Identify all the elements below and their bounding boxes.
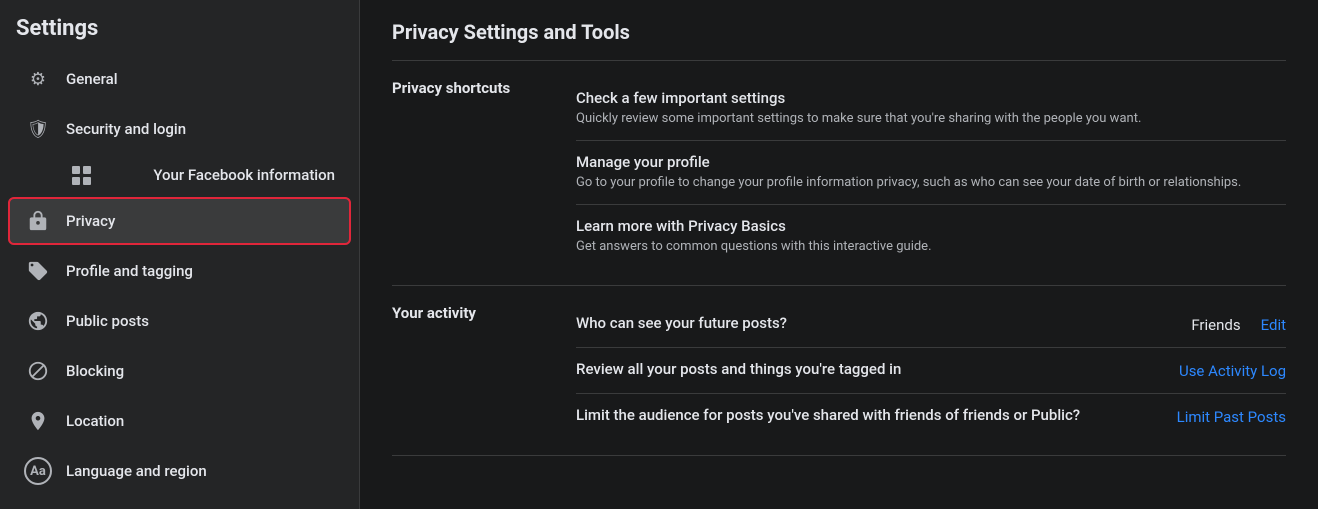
tag-icon [24,257,52,285]
sidebar-item-stories[interactable]: Stories [8,497,351,509]
location-icon [24,407,52,435]
sidebar-item-label: Your Facebook information [153,166,335,184]
page-title: Privacy Settings and Tools [392,20,1286,44]
setting-text: Learn more with Privacy Basics Get answe… [576,217,1286,256]
setting-title: Learn more with Privacy Basics [576,217,1286,235]
sidebar-item-privacy[interactable]: Privacy [8,197,351,245]
your-activity-content: Who can see your future posts? Friends E… [576,302,1286,439]
setting-value-friends: Friends [1191,316,1240,334]
privacy-shortcuts-section: Privacy shortcuts Check a few important … [392,61,1286,286]
lock-icon [24,207,52,235]
setting-action: Use Activity Log [1179,360,1286,380]
sidebar-item-label: Blocking [66,362,124,380]
setting-title: Who can see your future posts? [576,314,1183,332]
sidebar-item-label: Privacy [66,212,115,230]
language-icon: Aa [24,457,52,485]
setting-text: Limit the audience for posts you've shar… [576,406,1169,427]
sidebar-item-security[interactable]: 🛡 Security and login [8,105,351,153]
setting-desc: Get answers to common questions with thi… [576,238,1286,256]
sidebar-item-label: Public posts [66,312,149,330]
sidebar-item-location[interactable]: Location [8,397,351,445]
setting-desc: Go to your profile to change your profil… [576,174,1286,192]
setting-text: Review all your posts and things you're … [576,360,1171,381]
setting-title: Review all your posts and things you're … [576,360,1171,378]
sidebar-item-label: Location [66,412,124,430]
sidebar-item-label: Language and region [66,462,207,480]
setting-action: Friends Edit [1191,314,1286,334]
gear-icon: ⚙ [24,65,52,93]
sidebar-item-label: Profile and tagging [66,262,193,280]
your-activity-section: Your activity Who can see your future po… [392,286,1286,456]
sidebar: Settings ⚙ General 🛡 Security and login … [0,0,360,509]
setting-text: Check a few important settings Quickly r… [576,89,1286,128]
setting-row-future-posts: Who can see your future posts? Friends E… [576,302,1286,348]
setting-row-check-settings: Check a few important settings Quickly r… [576,77,1286,141]
setting-action: Limit Past Posts [1177,406,1286,426]
sidebar-item-label: Security and login [66,120,186,138]
sidebar-item-language[interactable]: Aa Language and region [8,447,351,495]
setting-title: Check a few important settings [576,89,1286,107]
edit-future-posts-link[interactable]: Edit [1261,316,1286,334]
privacy-shortcuts-content: Check a few important settings Quickly r… [576,77,1286,269]
sidebar-item-general[interactable]: ⚙ General [8,55,351,103]
use-activity-log-link[interactable]: Use Activity Log [1179,362,1286,380]
setting-text: Who can see your future posts? [576,314,1183,335]
setting-row-limit-past-posts: Limit the audience for posts you've shar… [576,394,1286,439]
sidebar-item-profile-tagging[interactable]: Profile and tagging [8,247,351,295]
main-content: Privacy Settings and Tools Privacy short… [360,0,1318,509]
section-label-privacy-shortcuts: Privacy shortcuts [392,77,552,269]
globe-icon [24,307,52,335]
setting-row-activity-log: Review all your posts and things you're … [576,348,1286,394]
block-icon [24,357,52,385]
limit-past-posts-link[interactable]: Limit Past Posts [1177,408,1286,426]
sidebar-item-label: General [66,70,118,88]
setting-title: Limit the audience for posts you've shar… [576,406,1169,424]
sidebar-title: Settings [0,16,359,53]
setting-row-manage-profile: Manage your profile Go to your profile t… [576,141,1286,205]
sidebar-item-facebook-info[interactable]: Your Facebook information [8,155,351,195]
grid-icon [72,165,92,185]
setting-text: Manage your profile Go to your profile t… [576,153,1286,192]
setting-row-privacy-basics: Learn more with Privacy Basics Get answe… [576,205,1286,268]
section-label-your-activity: Your activity [392,302,552,439]
sidebar-item-public-posts[interactable]: Public posts [8,297,351,345]
setting-desc: Quickly review some important settings t… [576,110,1286,128]
setting-title: Manage your profile [576,153,1286,171]
sidebar-item-blocking[interactable]: Blocking [8,347,351,395]
shield-icon: 🛡 [24,115,52,143]
